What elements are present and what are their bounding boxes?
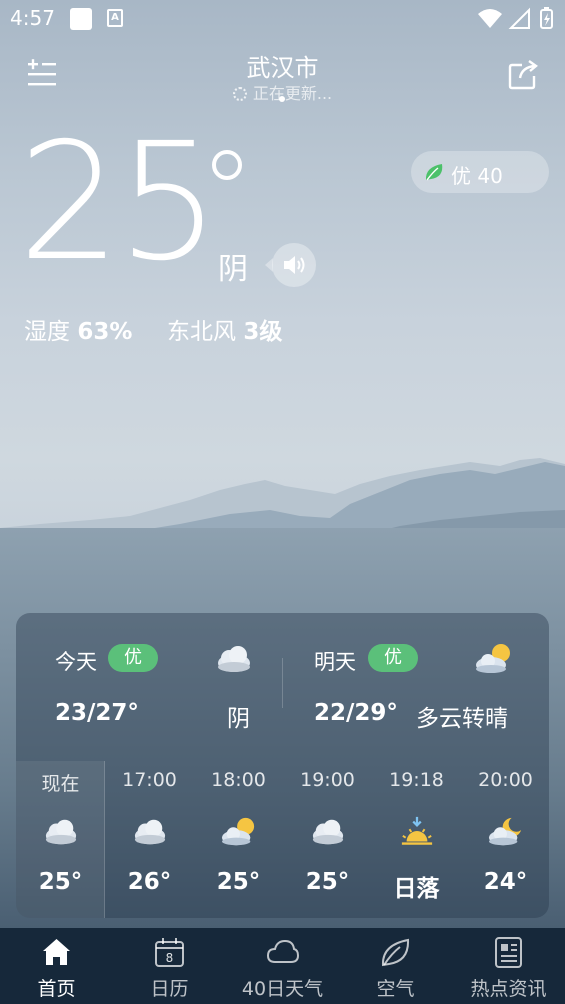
nav-label: 日历: [150, 978, 189, 1000]
current-temperature: 25: [18, 109, 220, 297]
hourly-time: 19:18: [389, 769, 444, 791]
share-button[interactable]: [506, 58, 540, 92]
tomorrow-temp-range: 22/29°: [314, 700, 398, 726]
today-forecast[interactable]: 今天 优 23/27° 阴: [16, 613, 282, 753]
status-time: 4:57: [10, 6, 55, 30]
wind-label: 东北风: [167, 319, 236, 345]
update-status-text: 正在更新...: [252, 84, 333, 103]
nav-item-40day[interactable]: 40日天气: [226, 928, 339, 1004]
page-indicator-dot: [279, 96, 285, 102]
calendar-day: 8: [166, 951, 174, 965]
bottom-nav: 首页 8 日历 40日天气 空气 热点资讯: [0, 928, 565, 1004]
share-icon: [508, 60, 538, 90]
wifi-icon: [478, 9, 502, 28]
tomorrow-forecast[interactable]: 明天 优 22/29° 多云转晴: [283, 613, 549, 753]
hourly-item-1900[interactable]: 19:00 25°: [283, 761, 372, 918]
aqi-label: 优 40: [451, 164, 503, 188]
hourly-time: 17:00: [122, 769, 177, 791]
tomorrow-label: 明天: [314, 650, 356, 674]
aqi-button[interactable]: 优 40: [411, 151, 549, 193]
tomorrow-aqi-badge: 优: [368, 644, 418, 672]
hourly-item-now[interactable]: 现在 25°: [16, 761, 105, 918]
humidity-label: 湿度: [24, 319, 70, 345]
home-icon: [43, 939, 70, 965]
hourly-time: 19:00: [300, 769, 355, 791]
today-temp-range: 23/27°: [55, 700, 139, 726]
cloudy-icon: [45, 819, 77, 845]
forecast-card: 今天 优 23/27° 阴 明天 优 22/29° 多云转晴 现在 25° 17…: [16, 613, 549, 918]
hourly-time: 20:00: [478, 769, 533, 791]
hourly-time: 现在: [41, 773, 80, 795]
city-name[interactable]: 武汉市: [0, 48, 565, 83]
partly-sunny-icon: [476, 644, 510, 673]
weather-details: 湿度 63% 东北风 3级: [24, 312, 282, 346]
current-condition: 阴: [218, 252, 248, 287]
tomorrow-condition: 多云转晴: [416, 706, 508, 732]
hourly-item-1700[interactable]: 17:00 26°: [105, 761, 194, 918]
nav-item-home[interactable]: 首页: [0, 928, 113, 1004]
hourly-item-2000[interactable]: 20:00 24°: [461, 761, 550, 918]
today-label: 今天: [55, 650, 97, 674]
status-bar: 4:57 A: [0, 0, 565, 38]
sunset-icon: [401, 816, 433, 845]
notification-icon: [70, 8, 92, 30]
a-icon: A: [107, 9, 123, 27]
hourly-temp: 日落: [393, 876, 440, 902]
hourly-temp: 25°: [216, 869, 261, 895]
leaf-icon: [381, 938, 410, 967]
hourly-item-1918[interactable]: 19:18 日落: [372, 761, 461, 918]
nav-label: 热点资讯: [470, 978, 547, 1000]
nav-item-news[interactable]: 热点资讯: [452, 928, 565, 1004]
nav-label: 空气: [376, 978, 415, 1000]
leaf-icon: [425, 164, 443, 181]
hourly-item-1800[interactable]: 18:00 25°: [194, 761, 283, 918]
cloudy-icon: [312, 819, 344, 845]
hourly-temp: 25°: [38, 869, 83, 895]
wind-value: 3级: [243, 319, 283, 345]
hourly-time: 18:00: [211, 769, 266, 791]
speaker-icon: [284, 256, 305, 274]
voice-broadcast-button[interactable]: [265, 243, 316, 287]
today-condition: 阴: [227, 706, 250, 732]
partly-cloudy-night-icon: [489, 817, 522, 846]
calendar-icon: 8: [155, 938, 184, 967]
today-aqi-badge: 优: [108, 644, 158, 672]
cloudy-icon: [218, 646, 250, 672]
cloudy-icon: [134, 819, 166, 845]
degree-symbol: [212, 150, 242, 180]
nav-item-calendar[interactable]: 8 日历: [113, 928, 226, 1004]
hourly-temp: 25°: [305, 869, 350, 895]
status-icons: [478, 7, 553, 29]
hourly-temp: 24°: [483, 869, 528, 895]
humidity-value: 63%: [77, 319, 133, 345]
nav-item-air[interactable]: 空气: [339, 928, 452, 1004]
hourly-temp: 26°: [127, 869, 172, 895]
nav-label: 首页: [37, 978, 76, 1000]
loading-spinner-icon: [232, 87, 247, 101]
partly-sunny-icon: [222, 817, 255, 846]
nav-label: 40日天气: [241, 978, 324, 1000]
cloud-outline-icon: [266, 939, 299, 963]
news-icon: [495, 937, 522, 968]
signal-icon: [508, 7, 530, 29]
mountain-range: [0, 458, 565, 540]
